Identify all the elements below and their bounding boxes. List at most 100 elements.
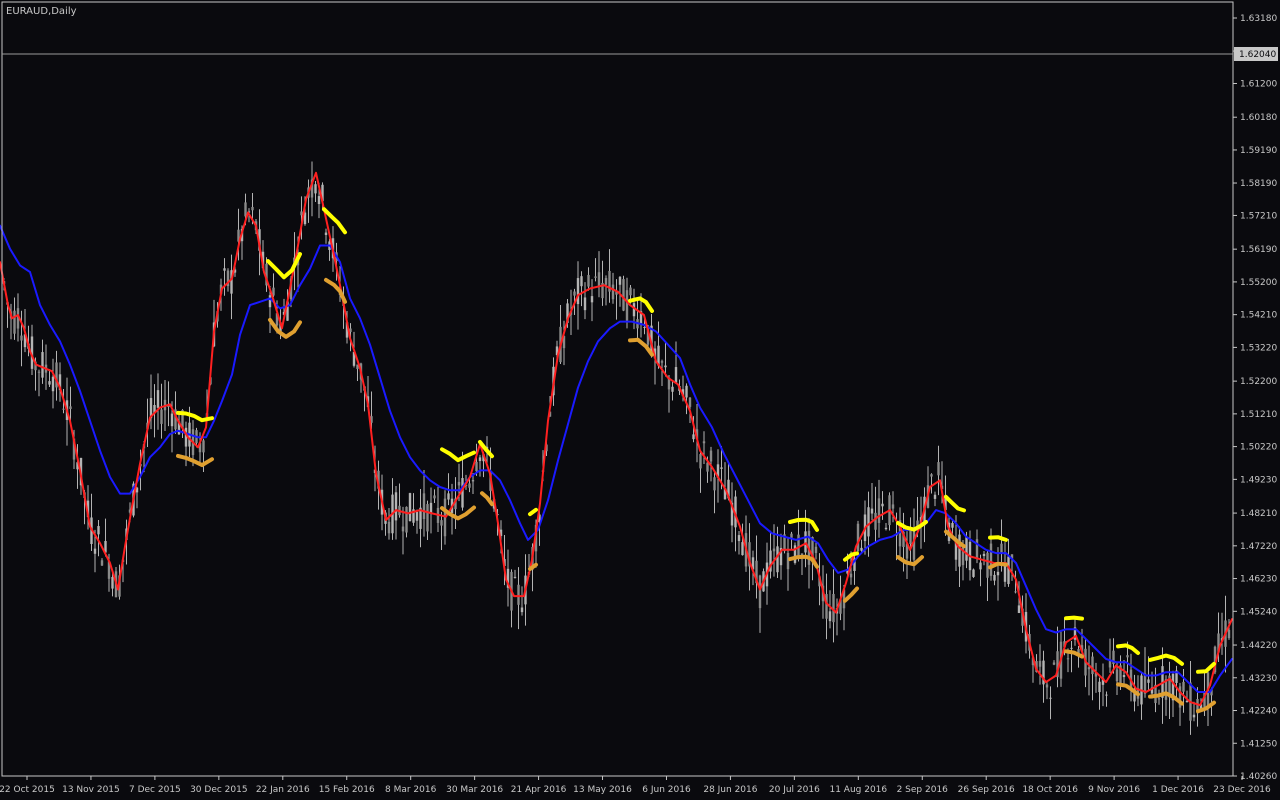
candle-body <box>625 290 629 321</box>
candle-body <box>814 546 818 553</box>
time-tick-label: 21 Apr 2016 <box>511 785 567 795</box>
candle-body <box>688 397 692 407</box>
candle-body <box>268 295 272 308</box>
candle-body <box>587 274 590 287</box>
time-tick-label: 15 Feb 2016 <box>319 785 375 795</box>
candle-body <box>426 504 429 532</box>
candle-body <box>986 552 989 578</box>
price-tick-label: 1.53220 <box>1240 343 1277 353</box>
candle-body <box>1126 655 1129 658</box>
time-tick-label: 20 Jul 2016 <box>769 785 820 795</box>
candle-body <box>909 530 912 544</box>
candle-body <box>933 494 937 499</box>
price-tick-label: 1.45240 <box>1240 607 1277 617</box>
candle-body <box>1066 658 1070 660</box>
candle-body <box>394 492 398 521</box>
candle-body <box>69 406 72 409</box>
candle-body <box>664 365 667 368</box>
candle-body <box>160 409 163 424</box>
price-tick-label: 1.58190 <box>1240 179 1277 189</box>
candle-body <box>972 569 975 577</box>
candle-body <box>758 575 762 609</box>
candle-body <box>979 562 982 570</box>
candle-body <box>622 279 625 311</box>
candle-body <box>583 297 587 311</box>
candle-body <box>828 611 832 622</box>
candle-body <box>772 548 776 552</box>
candle-body <box>989 543 993 576</box>
time-tick-label: 22 Oct 2015 <box>0 785 55 795</box>
candle-body <box>170 413 174 427</box>
candle-body <box>1115 669 1119 682</box>
candle-body <box>741 542 744 556</box>
price-tick-label: 1.42240 <box>1240 707 1277 717</box>
candle-body <box>156 390 160 408</box>
candle-body <box>324 232 328 236</box>
candle-body <box>706 462 709 472</box>
candle-body <box>1017 605 1021 614</box>
candle-body <box>111 577 114 589</box>
candle-body <box>415 511 419 521</box>
candle-body <box>100 560 104 566</box>
time-tick-label: 2 Sep 2016 <box>897 785 949 795</box>
candle-body <box>629 287 632 296</box>
upper-band-segment <box>1064 615 1084 621</box>
candle-body <box>517 584 520 605</box>
candle-body <box>720 467 723 469</box>
time-tick-label: 8 Mar 2016 <box>385 785 437 795</box>
candle-body <box>849 573 853 578</box>
price-tick-label: 1.60180 <box>1240 113 1277 123</box>
candle-body <box>881 503 884 507</box>
chart-background <box>0 0 1280 800</box>
candle-body <box>737 535 741 542</box>
price-tick-label: 1.57210 <box>1240 211 1277 221</box>
candle-body <box>790 533 793 538</box>
candle-body <box>1182 681 1185 692</box>
candle-body <box>401 526 405 532</box>
price-tick-label: 1.41250 <box>1240 739 1277 749</box>
candle-body <box>478 457 482 462</box>
price-chart[interactable]: 1.631801.621801.612001.601801.591901.581… <box>0 0 1280 800</box>
candle-body <box>1192 714 1196 718</box>
candle-body <box>1105 694 1108 696</box>
time-tick-label: 13 Nov 2015 <box>62 785 120 795</box>
candle-body <box>860 547 863 551</box>
candle-body <box>1227 629 1231 639</box>
chart-title: EURAUD,Daily <box>6 6 77 17</box>
candle-body <box>244 202 247 217</box>
candle-body <box>937 462 940 476</box>
candle-body <box>1014 591 1017 593</box>
candle-body <box>576 278 580 305</box>
candle-body <box>870 508 874 514</box>
candle-body <box>93 548 97 554</box>
candle-body <box>1045 684 1049 688</box>
candle-body <box>618 276 622 285</box>
price-tick-label: 1.54210 <box>1240 311 1277 321</box>
candle-body <box>884 527 888 530</box>
candle-body <box>671 386 674 392</box>
price-tick-label: 1.43230 <box>1240 674 1277 684</box>
candle-body <box>405 506 408 533</box>
candle-body <box>475 461 478 472</box>
time-tick-label: 30 Mar 2016 <box>446 785 503 795</box>
price-tick-label: 1.56190 <box>1240 245 1277 255</box>
candle-body <box>982 553 986 557</box>
time-tick-label: 13 May 2016 <box>573 785 632 795</box>
candle-body <box>447 493 450 500</box>
candle-body <box>975 539 979 558</box>
candle-body <box>709 450 713 462</box>
candle-body <box>1049 697 1052 699</box>
candle-body <box>996 571 1000 576</box>
candle-body <box>874 512 877 530</box>
price-tick-label: 1.51210 <box>1240 410 1277 420</box>
price-tick-label: 1.63180 <box>1240 14 1277 24</box>
time-tick-label: 11 Aug 2016 <box>829 785 887 795</box>
candle-body <box>1098 681 1101 693</box>
candle-body <box>594 276 597 278</box>
candle-body <box>1052 662 1056 665</box>
candle-body <box>573 291 576 296</box>
candle-body <box>776 546 779 573</box>
candle-body <box>461 478 464 508</box>
candle-body <box>457 481 461 486</box>
candle-body <box>37 371 41 373</box>
